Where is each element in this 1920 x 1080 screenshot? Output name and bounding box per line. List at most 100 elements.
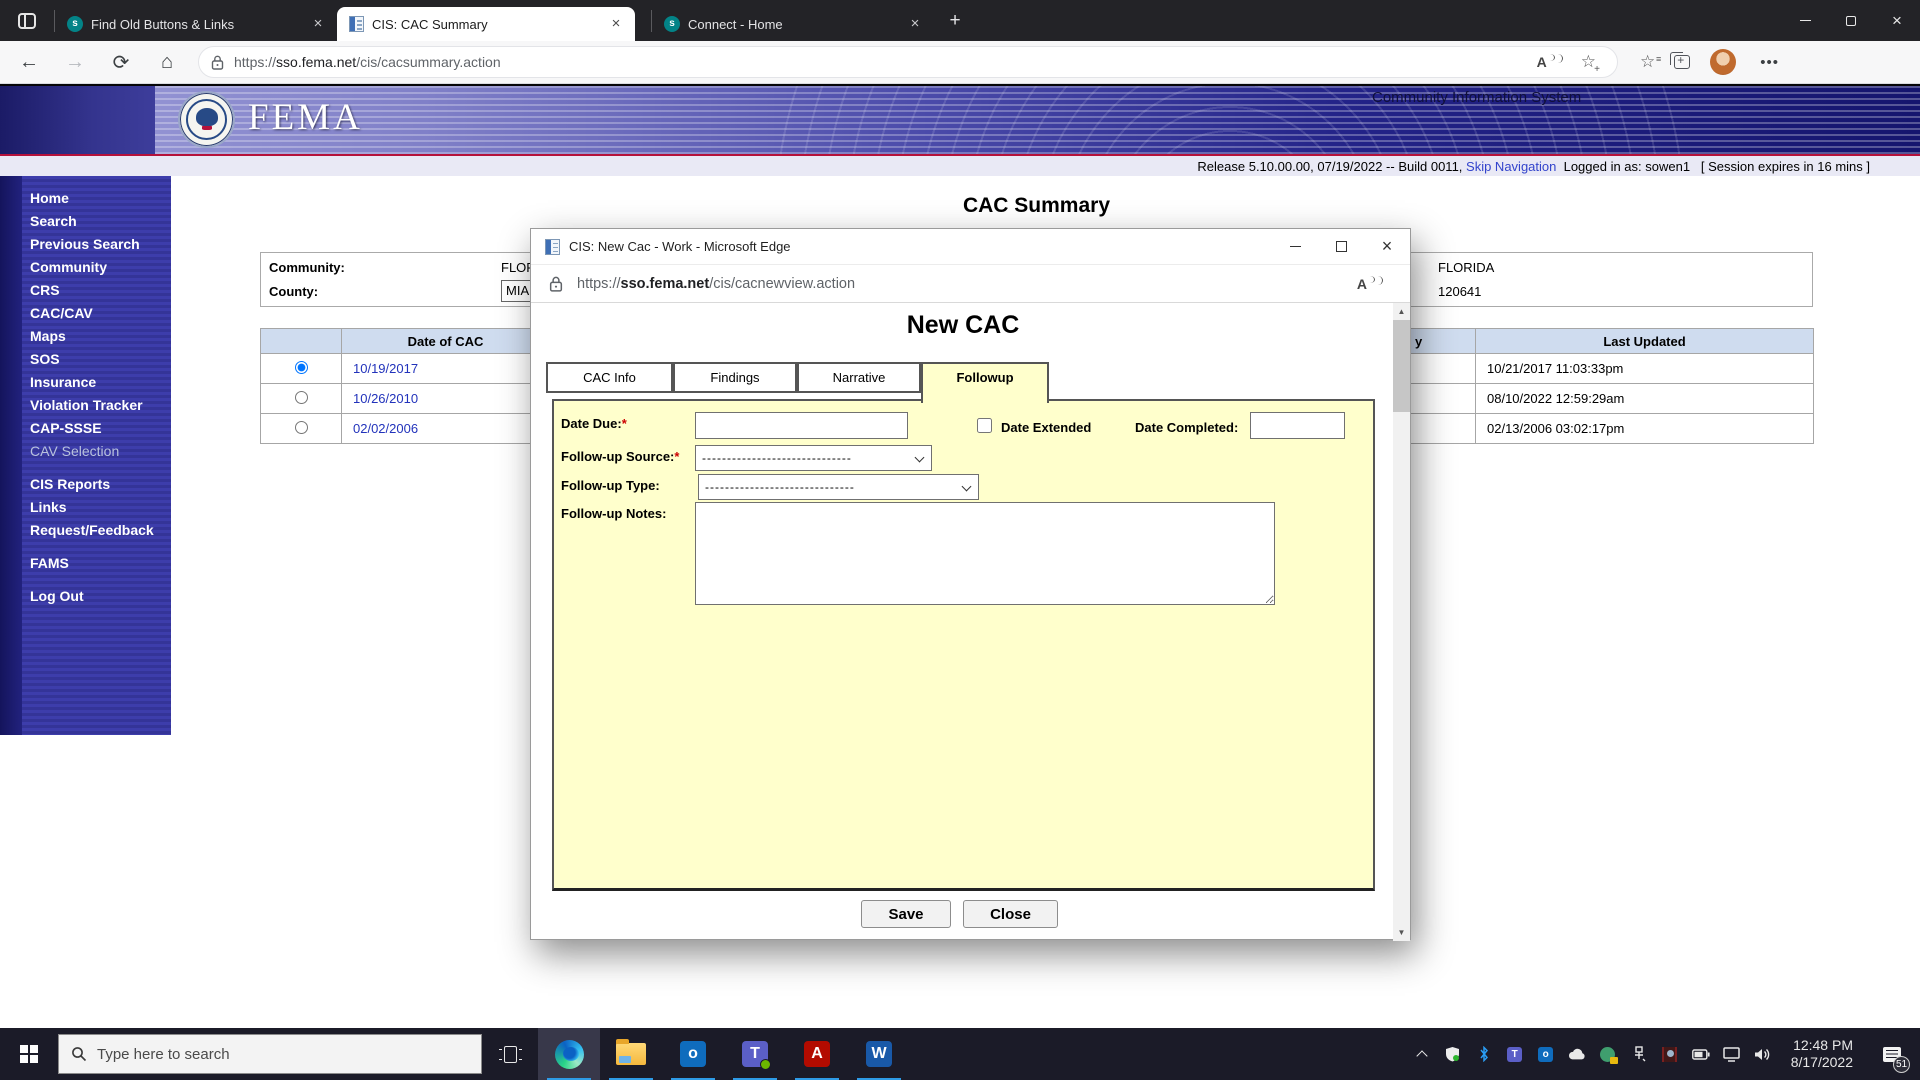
address-url[interactable]: https://sso.fema.net/cis/cacsummary.acti… [234,54,1528,70]
back-button[interactable]: ← [12,45,46,79]
cac-select-radio[interactable] [294,360,308,374]
notification-center-button[interactable]: 51 [1872,1028,1912,1080]
cac-select-radio[interactable] [294,390,308,404]
browser-tab-find-old-buttons[interactable]: s Find Old Buttons & Links × [55,7,337,41]
popup-address-bar[interactable]: https://sso.fema.net/cis/cacnewview.acti… [531,266,1410,303]
last-updated-cell: 08/10/2022 12:59:29am [1475,383,1814,414]
taskbar-app-outlook[interactable]: o [662,1028,724,1080]
taskbar-app-edge[interactable] [538,1028,600,1080]
cac-date-link[interactable]: 10/26/2010 [353,391,418,406]
home-button[interactable]: ⌂ [150,45,184,79]
task-view-button[interactable] [482,1028,538,1080]
add-favorite-button[interactable]: ☆ + [1581,52,1600,75]
cac-select-radio[interactable] [294,420,308,434]
tray-volume-icon[interactable] [1754,1045,1772,1063]
tab-narrative[interactable]: Narrative [797,362,921,393]
tray-onedrive-icon[interactable] [1568,1045,1586,1063]
popup-close-button[interactable]: × [1364,229,1410,265]
followup-notes-textarea[interactable] [695,502,1275,605]
popup-maximize-button[interactable] [1318,229,1364,265]
popup-minimize-button[interactable] [1272,229,1318,265]
teams-letter: T [750,1045,760,1062]
sidebar-item-maps[interactable]: Maps [30,328,154,344]
date-extended-label: Date Extended [1001,420,1092,435]
read-aloud-icon[interactable]: A [1537,54,1563,70]
tray-battery-icon[interactable] [1691,1045,1710,1063]
tab-close-icon[interactable]: × [309,15,327,33]
tray-bluetooth-icon[interactable] [1475,1045,1493,1063]
sidebar-item-home[interactable]: Home [30,190,154,206]
tray-outlook-icon[interactable]: o [1537,1045,1555,1063]
start-button[interactable] [0,1028,58,1080]
tray-defender-icon[interactable] [1444,1045,1462,1063]
close-button[interactable]: Close [963,900,1058,928]
tab-close-icon[interactable]: × [607,15,625,33]
app-title: Community Information System [1372,89,1582,106]
date-completed-input[interactable] [1250,412,1345,439]
tab-close-icon[interactable]: × [906,15,924,33]
window-close-button[interactable]: × [1874,0,1920,41]
tray-network-icon[interactable] [1723,1045,1741,1063]
new-tab-button[interactable]: + [940,6,970,36]
maximize-icon [1335,241,1347,252]
window-maximize-button[interactable] [1828,0,1874,41]
cac-date-link[interactable]: 02/02/2006 [353,421,418,436]
save-button[interactable]: Save [861,900,951,928]
cac-date-link[interactable]: 10/19/2017 [353,361,418,376]
more-menu-button[interactable]: ••• [1760,54,1779,71]
followup-type-select[interactable]: ------------------------------ [698,474,979,500]
sidebar-item-fams[interactable]: FAMS [30,555,154,571]
sidebar-item-log-out[interactable]: Log Out [30,588,154,604]
taskbar-search[interactable]: Type here to search [58,1034,482,1074]
tab-cac-info[interactable]: CAC Info [546,362,673,393]
favorites-button[interactable]: ☆ ≡ [1640,52,1661,72]
scrollbar-thumb[interactable] [1393,320,1410,412]
sidebar-item-crs[interactable]: CRS [30,282,154,298]
taskbar-app-file-explorer[interactable] [600,1028,662,1080]
profile-avatar[interactable] [1710,49,1737,75]
sidebar-item-request-feedback[interactable]: Request/Feedback [30,522,154,538]
tab-followup[interactable]: Followup [921,362,1049,403]
date-extended-checkbox[interactable] [977,418,992,433]
scroll-up-button[interactable]: ▲ [1393,303,1410,320]
sidebar-item-search[interactable]: Search [30,213,154,229]
browser-tab-connect-home[interactable]: s Connect - Home × [652,7,934,41]
followup-source-select[interactable]: ------------------------------ [695,445,932,471]
sidebar-item-links[interactable]: Links [30,499,154,515]
tray-app-icon[interactable] [1661,1045,1679,1063]
browser-tab-cac-summary[interactable]: CIS: CAC Summary × [337,7,635,41]
tray-teams-icon[interactable]: T [1506,1045,1524,1063]
date-due-input[interactable] [695,412,908,439]
sidebar-item-sos[interactable]: SOS [30,351,154,367]
sidebar-item-violation-tracker[interactable]: Violation Tracker [30,397,154,413]
taskbar-app-teams[interactable]: T [724,1028,786,1080]
sidebar-item-insurance[interactable]: Insurance [30,374,154,390]
sidebar-item-cac-cav[interactable]: CAC/CAV [30,305,154,321]
sidebar-item-previous-search[interactable]: Previous Search [30,236,154,252]
taskbar-clock[interactable]: 12:48 PM 8/17/2022 [1785,1037,1859,1071]
sharepoint-favicon: s [67,16,83,32]
address-bar[interactable]: https://sso.fema.net/cis/cacsummary.acti… [198,46,1618,78]
read-aloud-icon[interactable]: A [1357,276,1383,292]
popup-titlebar[interactable]: CIS: New Cac - Work - Microsoft Edge × [531,229,1410,265]
tab-workspaces-button[interactable] [0,0,54,41]
window-minimize-button[interactable] [1782,0,1828,41]
tray-expand-chevron[interactable] [1413,1045,1431,1063]
taskbar-app-word[interactable]: W [848,1028,910,1080]
sidebar-item-cap-ssse[interactable]: CAP-SSSE [30,420,154,436]
tray-vpn-icon[interactable] [1599,1045,1619,1064]
taskbar-app-acrobat[interactable]: A [786,1028,848,1080]
followup-source-label: Follow-up Source:* [561,449,679,464]
sidebar-item-community[interactable]: Community [30,259,154,275]
collections-button[interactable] [1670,52,1691,69]
tab-findings[interactable]: Findings [673,362,797,393]
forward-button[interactable]: → [58,45,92,79]
tray-usb-icon[interactable] [1630,1045,1648,1063]
popup-scrollbar[interactable]: ▲ ▼ [1393,303,1410,941]
chevron-up-icon [1416,1050,1428,1062]
skip-navigation-link[interactable]: Skip Navigation [1466,159,1556,174]
refresh-button[interactable]: ⟳ [104,45,138,79]
label-text: Date Due: [561,416,622,431]
sidebar-item-cis-reports[interactable]: CIS Reports [30,476,154,492]
scroll-down-button[interactable]: ▼ [1393,924,1410,941]
